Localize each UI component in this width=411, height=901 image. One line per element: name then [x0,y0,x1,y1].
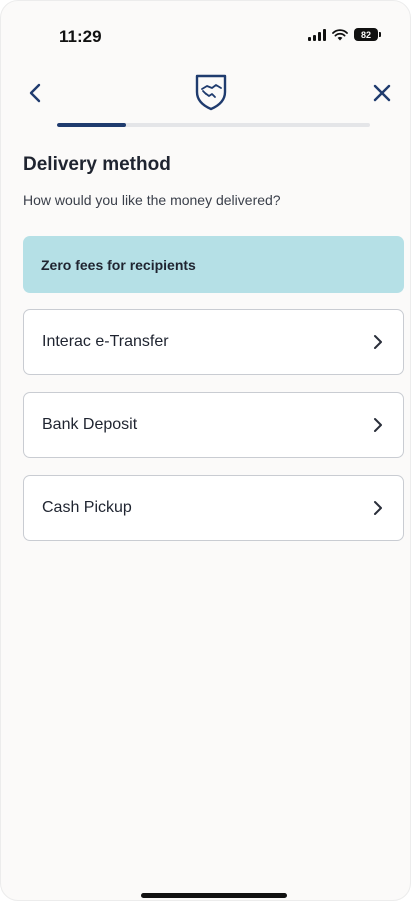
shield-handshake-icon [195,74,227,111]
chevron-right-icon [374,501,382,515]
home-indicator[interactable] [141,893,287,898]
nav-bar [1,71,410,115]
option-label: Interac e-Transfer [42,333,169,350]
progress-bar [57,123,370,127]
chevron-right-icon [374,335,382,349]
back-button[interactable] [19,77,51,109]
close-button[interactable] [366,77,398,109]
wifi-icon [332,28,348,40]
chevron-right-icon [374,418,382,432]
phone-screen: 11:29 82 Delivery method How would you l… [0,0,411,901]
battery-level: 82 [360,29,371,40]
battery-icon: 82 [354,28,381,41]
close-icon [373,84,391,102]
option-cash-pickup[interactable]: Cash Pickup [23,475,404,541]
option-label: Bank Deposit [42,416,138,433]
option-interac-etransfer[interactable]: Interac e-Transfer [23,309,404,375]
delivery-options-list: Interac e-Transfer Bank Deposit Cash Pic… [23,309,404,558]
chevron-left-icon [29,83,41,103]
page-subtitle: How would you like the money delivered? [23,192,281,208]
status-icons: 82 [308,28,381,41]
page-title: Delivery method [23,154,171,175]
progress-fill [57,123,126,127]
cellular-signal-icon [308,28,326,41]
option-label: Cash Pickup [42,499,132,516]
status-time: 11:29 [59,27,102,46]
option-bank-deposit[interactable]: Bank Deposit [23,392,404,458]
status-bar: 11:29 82 [1,1,410,71]
zero-fees-banner: Zero fees for recipients [23,236,404,293]
